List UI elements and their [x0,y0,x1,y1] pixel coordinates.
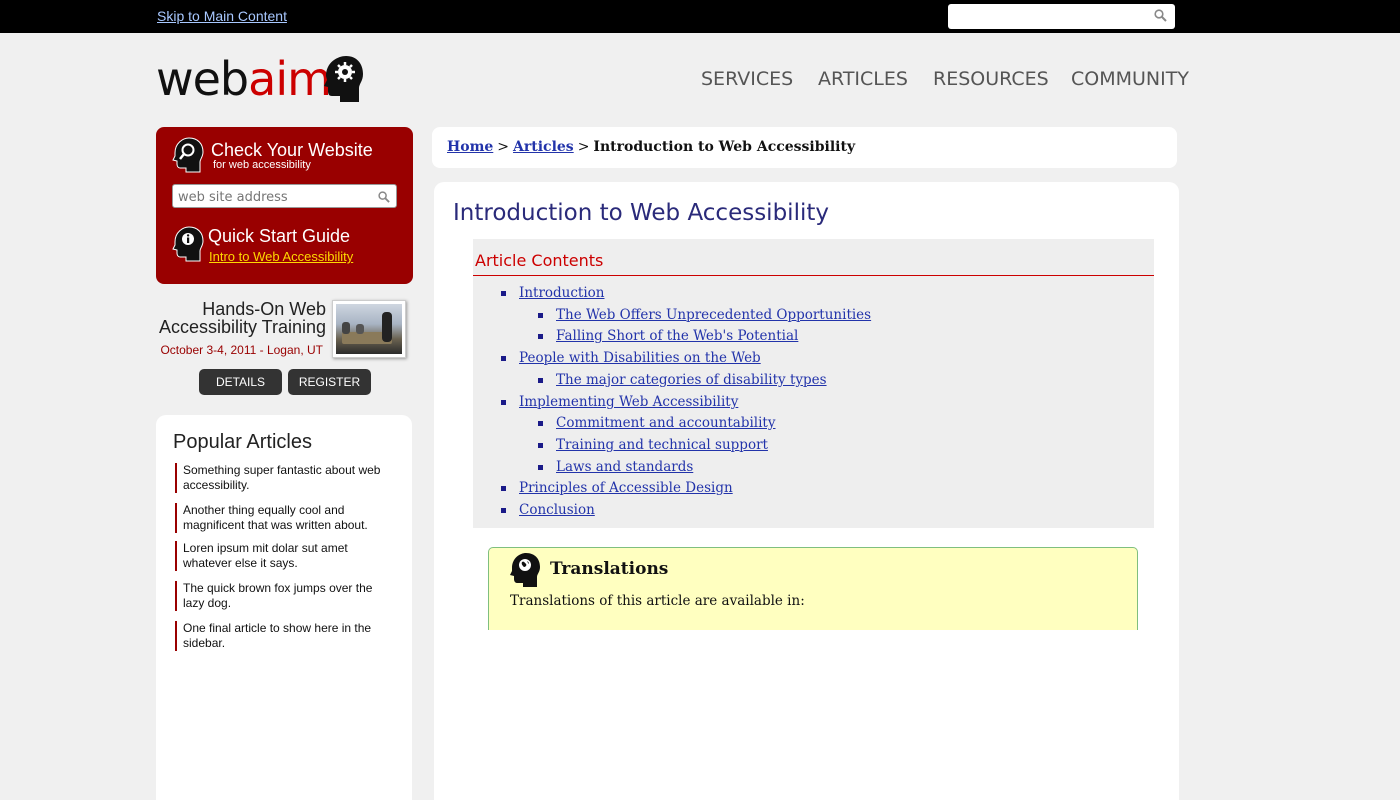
translations-box: Translations Translations of this articl… [488,547,1138,630]
training-title: Hands-On Web Accessibility Training [159,300,326,336]
toc-link[interactable]: Commitment and accountability [556,415,776,431]
toc-link[interactable]: Falling Short of the Web's Potential [556,328,798,344]
site-search [948,4,1175,29]
details-button[interactable]: DETAILS [199,369,282,395]
toc-link[interactable]: Laws and standards [556,459,693,475]
toc-link[interactable]: Principles of Accessible Design [519,480,733,496]
popular-article-item[interactable]: One final article to show here in the si… [175,621,385,651]
toc-bullet [538,443,543,448]
training-title-line2: Accessibility Training [158,317,326,337]
toc-bullet [538,421,543,426]
divider [473,275,1154,276]
skip-to-main-link[interactable]: Skip to Main Content [157,8,287,24]
nav-community[interactable]: COMMUNITY [1071,68,1189,90]
nav-resources[interactable]: RESOURCES [933,68,1049,90]
check-website-box: Check Your Website for web accessibility… [156,127,413,284]
breadcrumb-articles[interactable]: Articles [513,139,574,155]
toc-bullet [538,465,543,470]
toc-link[interactable]: Conclusion [519,502,595,518]
intro-accessibility-link[interactable]: Intro to Web Accessibility [209,249,353,264]
magnifier-head-icon [172,137,204,178]
website-address-input[interactable] [178,187,373,207]
breadcrumb-separator: > [577,139,590,155]
quick-start-title: Quick Start Guide [208,226,351,246]
toc-link[interactable]: Introduction [519,285,605,301]
info-head-icon [172,226,204,267]
toc-bullet [501,508,506,513]
popular-article-item[interactable]: The quick brown fox jumps over the lazy … [175,581,385,611]
check-website-title: Check Your Website [211,140,373,160]
nav-articles[interactable]: ARTICLES [818,68,908,90]
training-date: October 3-4, 2011 - Logan, UT [160,343,323,357]
globe-head-icon [509,552,541,593]
register-button[interactable]: REGISTER [288,369,371,395]
nav-services[interactable]: SERVICES [701,68,793,90]
article-contents-title: Article Contents [475,251,604,270]
translations-title: Translations [550,559,669,579]
training-promo: Hands-On Web Accessibility Training Octo… [156,300,413,400]
breadcrumb-home[interactable]: Home [447,139,493,155]
popular-articles-title: Popular Articles [173,431,312,453]
toc-link[interactable]: Implementing Web Accessibility [519,394,738,410]
breadcrumb: Home > Articles > Introduction to Web Access… [432,127,1177,168]
logo-text: webaim [156,52,332,106]
head-gear-icon [322,54,364,109]
toc-link[interactable]: Training and technical support [556,437,768,453]
main-content: Introduction to Web Accessibility Articl… [434,182,1179,800]
website-checker [172,184,397,208]
training-title-line1: Hands-On Web [202,299,326,319]
page-title: Introduction to Web Accessibility [453,200,829,226]
check-website-subtitle: for web accessibility [213,159,311,171]
logo-web: web [156,52,249,106]
toc-bullet [501,486,506,491]
breadcrumb-separator: > [497,139,510,155]
article-contents: Article Contents Introduction The Web Off… [473,239,1154,528]
main-nav: SERVICES ARTICLES RESOURCES COMMUNITY [700,68,1189,92]
toc-link[interactable]: The major categories of disability types [556,372,827,388]
top-bar: Skip to Main Content [0,0,1400,33]
breadcrumb-current: Introduction to Web Accessibility [593,139,856,155]
toc-bullet [501,400,506,405]
training-photo [332,300,406,358]
toc-link[interactable]: The Web Offers Unprecedented Opportuniti… [556,307,871,323]
popular-article-item[interactable]: Something super fantastic about web acce… [175,463,385,493]
popular-article-item[interactable]: Another thing equally cool and magnifice… [175,503,385,533]
toc-bullet [501,356,506,361]
site-search-input[interactable] [954,5,1149,28]
toc-link[interactable]: People with Disabilities on the Web [519,350,761,366]
toc-bullet [538,313,543,318]
popular-article-item[interactable]: Loren ipsum mit dolar sut amet whatever … [175,541,385,571]
logo-aim: aim [248,52,332,106]
search-icon[interactable] [378,190,390,208]
toc-bullet [538,378,543,383]
toc-bullet [501,291,506,296]
popular-articles: Popular Articles Something super fantast… [156,415,412,800]
translations-text: Translations of this article are availab… [510,593,805,609]
search-icon[interactable] [1154,9,1167,27]
toc-bullet [538,334,543,339]
